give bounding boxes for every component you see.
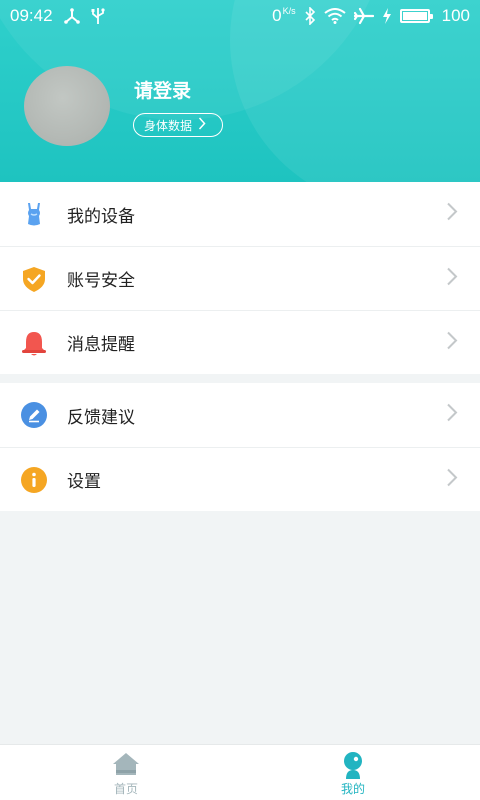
chevron-right-icon <box>446 467 458 492</box>
menu-item-label: 我的设备 <box>67 206 135 226</box>
menu-item-settings[interactable]: 设置 <box>0 447 480 511</box>
menu-section-secondary: 反馈建议 设置 <box>0 383 480 511</box>
menu-item-label: 账号安全 <box>67 271 135 290</box>
status-time: 09:42 <box>10 6 53 25</box>
device-icon <box>20 200 48 228</box>
bluetooth-icon <box>304 7 316 25</box>
chevron-right-icon <box>446 266 458 291</box>
pencil-icon <box>20 401 48 429</box>
charging-icon <box>382 8 392 24</box>
net-speed: 0 K/s <box>272 6 295 26</box>
login-prompt[interactable]: 请登录 <box>134 76 191 103</box>
body-data-label: 身体数据 <box>144 118 193 133</box>
chevron-right-icon <box>446 403 458 428</box>
tab-mine-label: 我的 <box>340 782 365 796</box>
menu-item-label: 消息提醒 <box>67 335 135 354</box>
shield-check-icon <box>20 265 48 293</box>
avatar[interactable] <box>24 66 110 146</box>
net-speed-unit: K/s <box>282 6 296 16</box>
battery-level: 100 <box>441 6 470 25</box>
share-icon <box>63 8 81 24</box>
status-bar: 09:42 0 K/s 100 <box>0 0 480 32</box>
chevron-right-icon <box>198 117 206 133</box>
body-data-button[interactable]: 身体数据 <box>133 113 223 137</box>
menu-item-account-security[interactable]: 账号安全 <box>0 246 480 310</box>
profile-header: 09:42 0 K/s 100 请登录 身体数据 <box>0 0 480 182</box>
battery-icon <box>399 9 433 23</box>
wifi-icon <box>324 8 346 24</box>
chevron-right-icon <box>446 202 458 227</box>
menu-item-my-devices[interactable]: 我的设备 <box>0 182 480 246</box>
menu-section-primary: 我的设备 账号安全 消息提醒 <box>0 182 480 374</box>
bell-icon <box>20 329 48 357</box>
menu-item-label: 设置 <box>67 472 101 491</box>
bottom-tab-bar: 首页 我的 <box>0 744 480 800</box>
usb-icon <box>91 7 105 25</box>
menu-item-label: 反馈建议 <box>67 407 135 427</box>
menu-item-feedback[interactable]: 反馈建议 <box>0 383 480 447</box>
home-icon <box>112 751 140 782</box>
chevron-right-icon <box>446 330 458 355</box>
tab-home-label: 首页 <box>113 782 138 796</box>
airplane-icon <box>353 7 374 25</box>
tab-home[interactable]: 首页 <box>86 745 166 800</box>
info-icon <box>20 466 48 494</box>
menu-item-notifications[interactable]: 消息提醒 <box>0 310 480 374</box>
tab-mine[interactable]: 我的 <box>313 745 393 800</box>
net-speed-value: 0 <box>272 6 282 25</box>
